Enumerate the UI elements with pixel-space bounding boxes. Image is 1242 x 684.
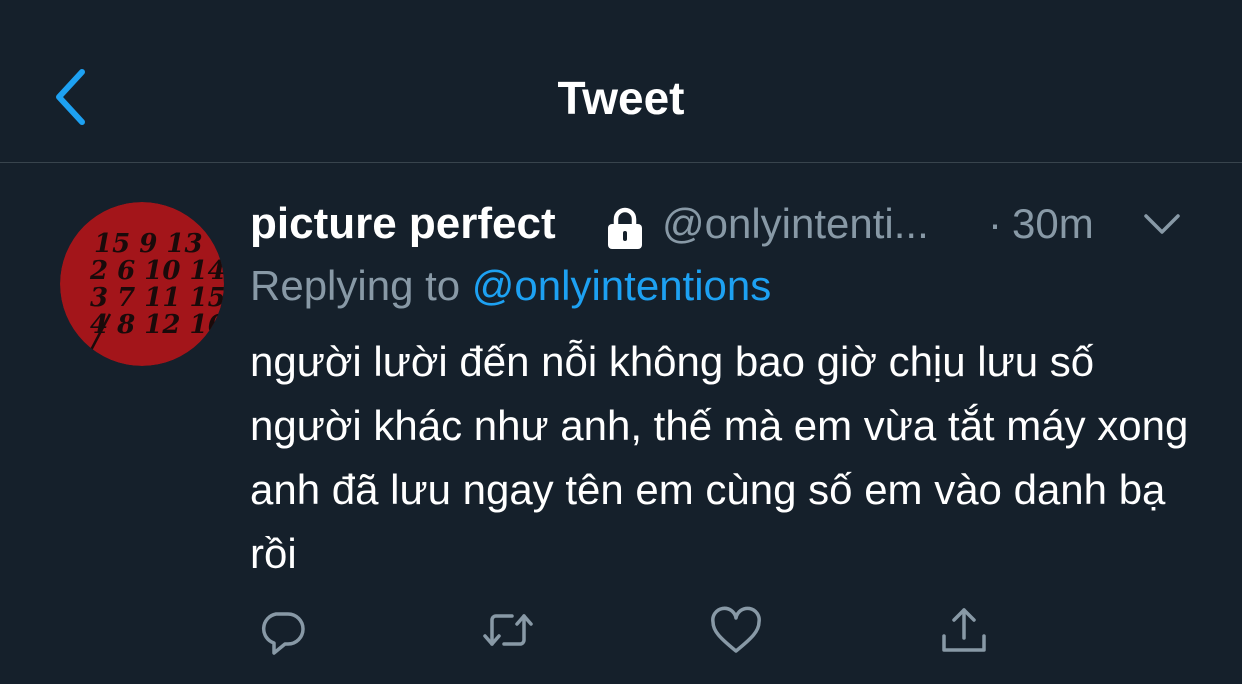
page-title: Tweet xyxy=(557,72,685,124)
lock-icon xyxy=(608,207,642,249)
tweet-detail-screen: Tweet 15 9 13 2 6 10 14 3 7 11 15 4 8 12… xyxy=(0,0,1242,684)
replying-to-label: Replying to xyxy=(250,262,472,309)
retweet-icon xyxy=(483,614,533,646)
share-button[interactable] xyxy=(934,600,994,660)
like-button[interactable] xyxy=(706,600,766,660)
reply-button[interactable] xyxy=(254,600,314,660)
top-bar: Tweet xyxy=(0,0,1242,163)
share-icon xyxy=(942,608,986,652)
replying-to-handle[interactable]: @onlyintentions xyxy=(472,262,771,309)
meta-separator: · xyxy=(988,200,1002,247)
avatar-line-1: 15 9 13 xyxy=(94,229,203,259)
tweet-text: người lười đến nỗi không bao giờ chịu lư… xyxy=(250,338,1189,577)
chevron-down-icon[interactable] xyxy=(1140,202,1184,246)
reply-icon xyxy=(261,612,305,655)
tweet-author-line: picture perfect @onlyintenti... · 30m xyxy=(250,196,1210,256)
avatar-line-3: 3 7 11 15 xyxy=(90,283,224,313)
avatar-image: 15 9 13 2 6 10 14 3 7 11 15 4 8 12 16 xyxy=(60,202,224,366)
author-handle[interactable]: @onlyintenti... xyxy=(662,196,929,252)
avatar[interactable]: 15 9 13 2 6 10 14 3 7 11 15 4 8 12 16 xyxy=(60,202,224,366)
timestamp: 30m xyxy=(1012,200,1094,247)
avatar-line-2: 2 6 10 14 xyxy=(89,256,224,286)
replying-to: Replying to @onlyintentions xyxy=(250,258,771,316)
retweet-button[interactable] xyxy=(478,600,538,660)
tweet-actions xyxy=(250,600,1010,664)
heart-icon xyxy=(711,606,761,653)
display-name[interactable]: picture perfect xyxy=(250,196,556,252)
